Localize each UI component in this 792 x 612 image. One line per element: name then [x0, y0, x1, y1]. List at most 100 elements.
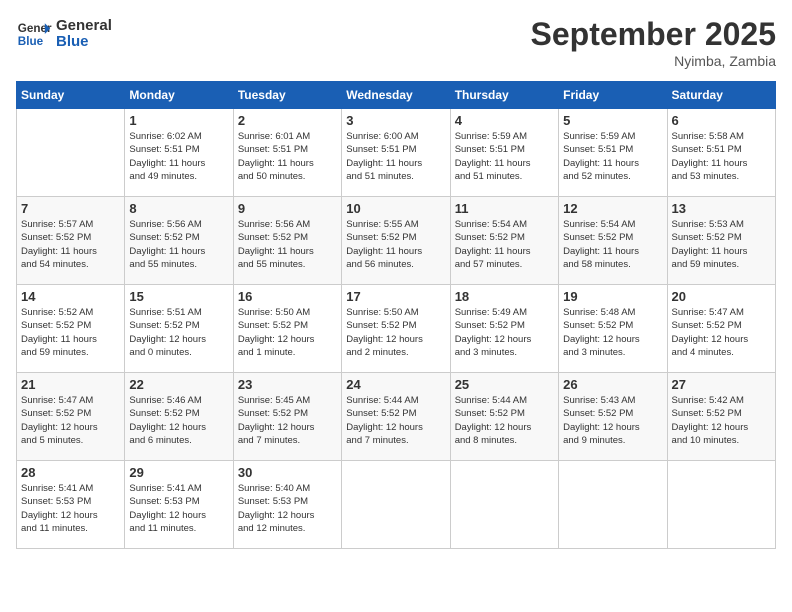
table-row: 25 Sunrise: 5:44 AM Sunset: 5:52 PM Dayli… [450, 373, 558, 461]
table-row: 26 Sunrise: 5:43 AM Sunset: 5:52 PM Dayli… [559, 373, 667, 461]
table-row: 22Sunrise: 5:46 AM Sunset: 5:52 PM Dayli… [125, 373, 233, 461]
day-info: Sunrise: 5:56 AM Sunset: 5:52 PM Dayligh… [238, 218, 337, 271]
table-row: 9Sunrise: 5:56 AM Sunset: 5:52 PM Daylig… [233, 197, 341, 285]
day-number: 8 [129, 201, 228, 216]
day-info: Sunrise: 5:54 AM Sunset: 5:52 PM Dayligh… [563, 218, 662, 271]
day-info: Sunrise: 5:40 AM Sunset: 5:53 PM Dayligh… [238, 482, 337, 535]
table-row: 3 Sunrise: 6:00 AM Sunset: 5:51 PM Daylig… [342, 109, 450, 197]
table-row: 16 Sunrise: 5:50 AM Sunset: 5:52 PM Dayli… [233, 285, 341, 373]
day-info: Sunrise: 5:55 AM Sunset: 5:52 PM Dayligh… [346, 218, 445, 271]
table-row: 20 Sunrise: 5:47 AM Sunset: 5:52 PM Dayli… [667, 285, 775, 373]
title-block: September 2025 Nyimba, Zambia [531, 16, 776, 69]
logo: General Blue General Blue [16, 16, 112, 52]
week-row-1: 1 Sunrise: 6:02 AM Sunset: 5:51 PM Daylig… [17, 109, 776, 197]
table-row: 17Sunrise: 5:50 AM Sunset: 5:52 PM Dayli… [342, 285, 450, 373]
table-row: 27 Sunrise: 5:42 AM Sunset: 5:52 PM Dayli… [667, 373, 775, 461]
table-row: 23 Sunrise: 5:45 AM Sunset: 5:52 PM Dayli… [233, 373, 341, 461]
day-number: 18 [455, 289, 554, 304]
day-info: Sunrise: 5:42 AM Sunset: 5:52 PM Dayligh… [672, 394, 771, 447]
table-row: 8 Sunrise: 5:56 AM Sunset: 5:52 PM Daylig… [125, 197, 233, 285]
header-saturday: Saturday [667, 82, 775, 109]
day-number: 20 [672, 289, 771, 304]
day-number: 13 [672, 201, 771, 216]
day-number: 24 [346, 377, 445, 392]
header-monday: Monday [125, 82, 233, 109]
calendar-header-row: Sunday Monday Tuesday Wednesday Thursday… [17, 82, 776, 109]
day-number: 14 [21, 289, 120, 304]
table-row: 7 Sunrise: 5:57 AM Sunset: 5:52 PM Daylig… [17, 197, 125, 285]
header-thursday: Thursday [450, 82, 558, 109]
table-row: 6 Sunrise: 5:58 AM Sunset: 5:51 PM Daylig… [667, 109, 775, 197]
day-number: 27 [672, 377, 771, 392]
logo-text-general: General [56, 18, 112, 35]
table-row: 19Sunrise: 5:48 AM Sunset: 5:52 PM Dayli… [559, 285, 667, 373]
week-row-5: 28Sunrise: 5:41 AM Sunset: 5:53 PM Dayli… [17, 461, 776, 549]
table-row: 14 Sunrise: 5:52 AM Sunset: 5:52 PM Dayli… [17, 285, 125, 373]
day-number: 29 [129, 465, 228, 480]
day-info: Sunrise: 5:47 AM Sunset: 5:52 PM Dayligh… [672, 306, 771, 359]
svg-text:Blue: Blue [18, 35, 44, 48]
day-info: Sunrise: 5:58 AM Sunset: 5:51 PM Dayligh… [672, 130, 771, 183]
day-info: Sunrise: 5:54 AM Sunset: 5:52 PM Dayligh… [455, 218, 554, 271]
day-info: Sunrise: 5:45 AM Sunset: 5:52 PM Dayligh… [238, 394, 337, 447]
day-info: Sunrise: 5:53 AM Sunset: 5:52 PM Dayligh… [672, 218, 771, 271]
location-subtitle: Nyimba, Zambia [531, 53, 776, 69]
day-info: Sunrise: 5:49 AM Sunset: 5:52 PM Dayligh… [455, 306, 554, 359]
table-row [450, 461, 558, 549]
day-number: 10 [346, 201, 445, 216]
day-number: 3 [346, 113, 445, 128]
day-number: 6 [672, 113, 771, 128]
day-number: 21 [21, 377, 120, 392]
table-row [342, 461, 450, 549]
day-info: Sunrise: 5:48 AM Sunset: 5:52 PM Dayligh… [563, 306, 662, 359]
day-info: Sunrise: 6:01 AM Sunset: 5:51 PM Dayligh… [238, 130, 337, 183]
table-row: 11 Sunrise: 5:54 AM Sunset: 5:52 PM Dayli… [450, 197, 558, 285]
table-row [559, 461, 667, 549]
table-row: 18 Sunrise: 5:49 AM Sunset: 5:52 PM Dayli… [450, 285, 558, 373]
header-tuesday: Tuesday [233, 82, 341, 109]
table-row: 10 Sunrise: 5:55 AM Sunset: 5:52 PM Dayli… [342, 197, 450, 285]
day-number: 23 [238, 377, 337, 392]
table-row: 21 Sunrise: 5:47 AM Sunset: 5:52 PM Dayli… [17, 373, 125, 461]
day-info: Sunrise: 5:51 AM Sunset: 5:52 PM Dayligh… [129, 306, 228, 359]
day-number: 7 [21, 201, 120, 216]
day-info: Sunrise: 5:44 AM Sunset: 5:52 PM Dayligh… [455, 394, 554, 447]
day-info: Sunrise: 5:47 AM Sunset: 5:52 PM Dayligh… [21, 394, 120, 447]
day-number: 16 [238, 289, 337, 304]
day-info: Sunrise: 5:50 AM Sunset: 5:52 PM Dayligh… [238, 306, 337, 359]
day-info: Sunrise: 5:56 AM Sunset: 5:52 PM Dayligh… [129, 218, 228, 271]
day-number: 17 [346, 289, 445, 304]
week-row-3: 14 Sunrise: 5:52 AM Sunset: 5:52 PM Dayli… [17, 285, 776, 373]
table-row: 15 Sunrise: 5:51 AM Sunset: 5:52 PM Dayli… [125, 285, 233, 373]
header-friday: Friday [559, 82, 667, 109]
day-info: Sunrise: 5:57 AM Sunset: 5:52 PM Dayligh… [21, 218, 120, 271]
logo-icon: General Blue [16, 16, 52, 52]
day-info: Sunrise: 6:00 AM Sunset: 5:51 PM Dayligh… [346, 130, 445, 183]
day-number: 5 [563, 113, 662, 128]
day-info: Sunrise: 5:43 AM Sunset: 5:52 PM Dayligh… [563, 394, 662, 447]
logo-text-blue: Blue [56, 34, 112, 51]
day-number: 30 [238, 465, 337, 480]
day-number: 1 [129, 113, 228, 128]
table-row: 29 Sunrise: 5:41 AM Sunset: 5:53 PM Dayli… [125, 461, 233, 549]
day-number: 12 [563, 201, 662, 216]
day-info: Sunrise: 5:46 AM Sunset: 5:52 PM Dayligh… [129, 394, 228, 447]
day-info: Sunrise: 5:41 AM Sunset: 5:53 PM Dayligh… [129, 482, 228, 535]
day-info: Sunrise: 6:02 AM Sunset: 5:51 PM Dayligh… [129, 130, 228, 183]
calendar-table: Sunday Monday Tuesday Wednesday Thursday… [16, 81, 776, 549]
page-header: General Blue General Blue September 2025… [16, 16, 776, 69]
day-info: Sunrise: 5:52 AM Sunset: 5:52 PM Dayligh… [21, 306, 120, 359]
day-number: 11 [455, 201, 554, 216]
day-number: 26 [563, 377, 662, 392]
day-number: 25 [455, 377, 554, 392]
day-info: Sunrise: 5:44 AM Sunset: 5:52 PM Dayligh… [346, 394, 445, 447]
table-row: 4Sunrise: 5:59 AM Sunset: 5:51 PM Daylig… [450, 109, 558, 197]
table-row [667, 461, 775, 549]
day-number: 15 [129, 289, 228, 304]
month-title: September 2025 [531, 16, 776, 53]
day-number: 4 [455, 113, 554, 128]
table-row: 12 Sunrise: 5:54 AM Sunset: 5:52 PM Dayli… [559, 197, 667, 285]
header-wednesday: Wednesday [342, 82, 450, 109]
week-row-2: 7 Sunrise: 5:57 AM Sunset: 5:52 PM Daylig… [17, 197, 776, 285]
table-row: 13 Sunrise: 5:53 AM Sunset: 5:52 PM Dayli… [667, 197, 775, 285]
